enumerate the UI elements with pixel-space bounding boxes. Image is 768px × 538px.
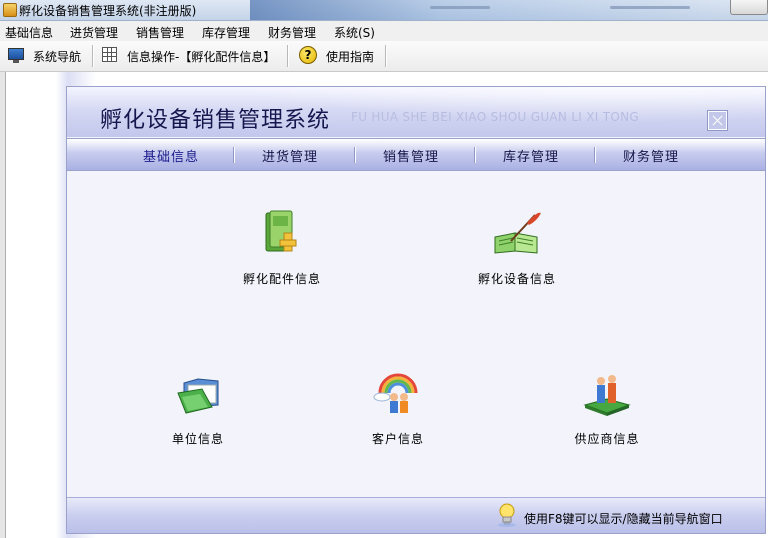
- menu-finance[interactable]: 财务管理: [268, 24, 316, 41]
- background-window-strip: [250, 0, 730, 20]
- menu-bar: 基础信息 进货管理 销售管理 库存管理 财务管理 系统(S): [0, 21, 768, 41]
- toolbar-separator: [385, 45, 387, 67]
- title-bar: 孵化设备销售管理系统(非注册版): [0, 0, 768, 21]
- monitor-icon: [8, 48, 24, 63]
- user-guide-button[interactable]: ? 使用指南: [299, 46, 379, 66]
- nav-tab-bar: 基础信息 进货管理 销售管理 库存管理 财务管理: [67, 138, 765, 171]
- system-nav-label: 系统导航: [33, 50, 82, 64]
- tab-inventory[interactable]: 库存管理: [503, 146, 559, 165]
- menu-inventory[interactable]: 库存管理: [202, 24, 250, 41]
- tab-sales[interactable]: 销售管理: [383, 146, 439, 165]
- menu-sales[interactable]: 销售管理: [136, 24, 184, 41]
- info-operation-label: 信息操作-【孵化配件信息】: [127, 50, 276, 64]
- tab-purchase[interactable]: 进货管理: [262, 146, 318, 165]
- open-book-quill-icon: [494, 212, 541, 254]
- close-icon[interactable]: [708, 111, 727, 130]
- window-title: 孵化设备销售管理系统(非注册版): [19, 4, 197, 18]
- tab-finance[interactable]: 财务管理: [623, 146, 679, 165]
- tab-basic-info[interactable]: 基础信息: [143, 146, 199, 165]
- nav-content: 孵化配件信息 孵化设备信息 单位信息 客户信息 供应商信息: [67, 171, 765, 497]
- supplier-info-label: 供应商信息: [574, 432, 640, 446]
- toolbar-separator: [92, 45, 94, 67]
- incubator-equipment-label: 孵化设备信息: [477, 272, 556, 286]
- book-icon: [265, 210, 297, 252]
- supplier-info-item[interactable]: 供应商信息: [537, 367, 677, 457]
- lightbulb-icon: [498, 503, 516, 527]
- info-operation-button[interactable]: 信息操作-【孵化配件信息】: [102, 46, 282, 66]
- incubator-equipment-item[interactable]: 孵化设备信息: [447, 207, 587, 297]
- menu-system[interactable]: 系统(S): [334, 24, 375, 41]
- incubator-parts-item[interactable]: 孵化配件信息: [212, 207, 352, 297]
- system-nav-button[interactable]: 系统导航: [8, 46, 86, 66]
- help-icon: ?: [299, 46, 317, 64]
- nav-footer: 使用F8键可以显示/隐藏当前导航窗口: [67, 497, 765, 533]
- incubator-parts-label: 孵化配件信息: [242, 272, 321, 286]
- people-platform-icon: [583, 375, 631, 416]
- toolbar-separator: [287, 45, 289, 67]
- toolbar: 系统导航 信息操作-【孵化配件信息】 ? 使用指南: [0, 41, 768, 72]
- people-rainbow-icon: [373, 373, 418, 413]
- grid-icon: [102, 47, 117, 62]
- app-icon: [3, 3, 17, 17]
- nav-title: 孵化设备销售管理系统: [100, 108, 331, 133]
- window-control-button[interactable]: [730, 0, 768, 15]
- user-guide-label: 使用指南: [326, 50, 375, 64]
- unit-info-item[interactable]: 单位信息: [128, 367, 268, 457]
- unit-info-label: 单位信息: [171, 432, 224, 446]
- f8-hint: 使用F8键可以显示/隐藏当前导航窗口: [524, 512, 723, 526]
- customer-info-item[interactable]: 客户信息: [328, 367, 468, 457]
- menu-purchase[interactable]: 进货管理: [70, 24, 118, 41]
- navigation-panel: 孵化设备销售管理系统 FU HUA SHE BEI XIAO SHOU GUAN…: [66, 86, 766, 534]
- customer-info-label: 客户信息: [371, 432, 424, 446]
- folder-icon: [177, 378, 219, 414]
- nav-header: 孵化设备销售管理系统 FU HUA SHE BEI XIAO SHOU GUAN…: [67, 87, 765, 137]
- menu-basic-info[interactable]: 基础信息: [5, 24, 53, 41]
- nav-title-pinyin: FU HUA SHE BEI XIAO SHOU GUAN LI XI TONG: [351, 110, 639, 124]
